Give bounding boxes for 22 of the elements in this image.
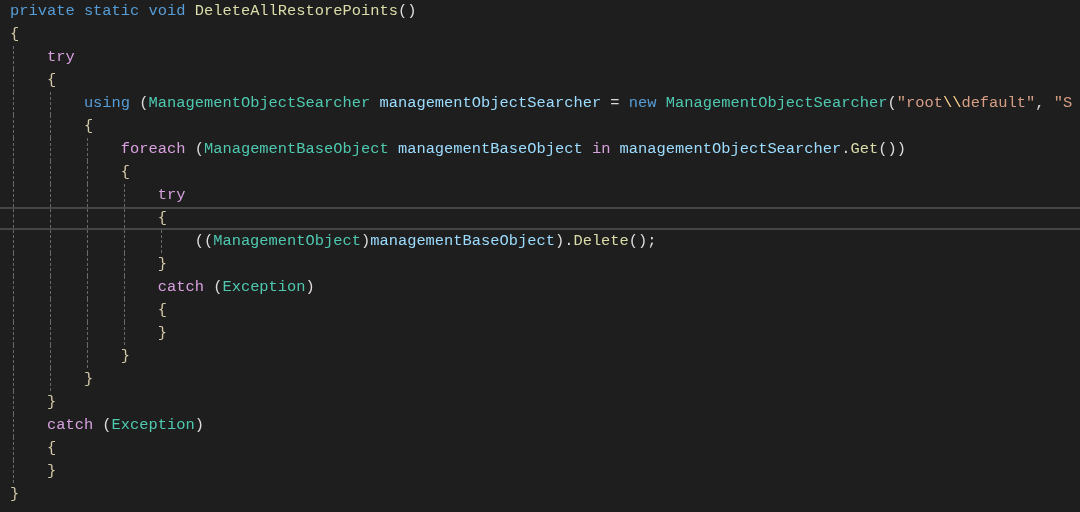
code-line: try	[46, 47, 75, 68]
code-line: private static void DeleteAllRestorePoints()	[10, 1, 417, 22]
code-line: }	[157, 323, 167, 344]
code-line: catch (Exception)	[46, 415, 204, 436]
code-line: catch (Exception)	[157, 277, 315, 298]
code-line: }	[46, 392, 57, 413]
code-line: {	[83, 116, 94, 137]
code-line: {	[157, 300, 167, 321]
code-line: using (ManagementObjectSearcher managementObjectSearcher = new ManagementObjectSearcher("root\\default", "S	[83, 93, 1073, 114]
code-line: {	[46, 70, 57, 91]
code-line: {	[157, 208, 167, 229]
code-line: ((ManagementObject)managementBaseObject).Delete();	[194, 231, 657, 252]
code-line: }	[10, 484, 20, 505]
code-line: {	[120, 162, 131, 183]
code-line: }	[46, 461, 57, 482]
code-line: }	[83, 369, 94, 390]
code-line: {	[10, 24, 20, 45]
code-line: foreach (ManagementBaseObject managementBaseObject in managementObjectSearcher.Get())	[120, 139, 906, 160]
code-line: }	[157, 254, 167, 275]
code-line: {	[46, 438, 57, 459]
code-line: }	[120, 346, 131, 367]
code-line: try	[157, 185, 186, 206]
